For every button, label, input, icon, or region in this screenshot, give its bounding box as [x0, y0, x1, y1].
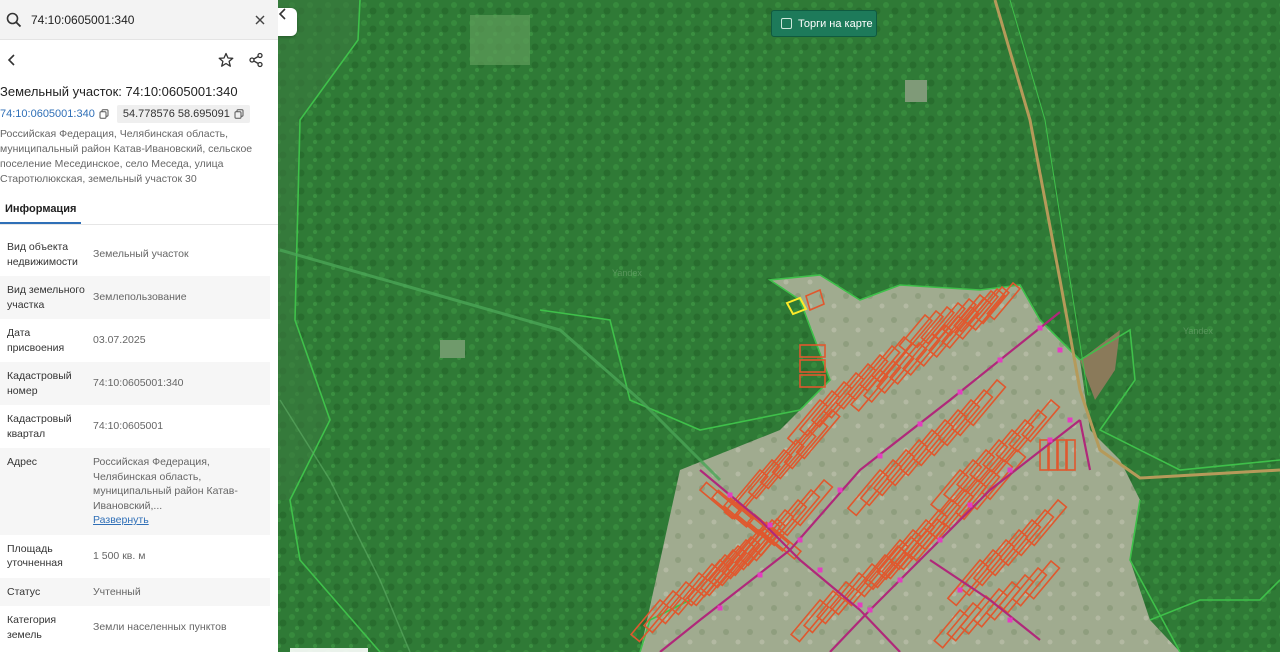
property-key: Статус	[7, 585, 41, 598]
property-value-text: Учтенный	[93, 585, 141, 598]
property-value-text: Земельный участок	[93, 248, 189, 261]
property-value-text: 03.07.2025	[93, 334, 146, 347]
property-value: 74:10:0605001:340	[86, 362, 270, 405]
close-icon[interactable]	[254, 14, 266, 26]
property-value-text: Российская Федерация, Челябинская област…	[93, 456, 238, 512]
utility-pole	[957, 587, 963, 593]
object-address: Российская Федерация, Челябинская област…	[0, 128, 253, 185]
property-value-text: 74:10:0605001	[93, 420, 164, 433]
map-watermark: Yandex	[612, 268, 642, 278]
chevron-left-icon	[278, 8, 286, 20]
coordinates-text: 54.778576 58.695091	[122, 108, 230, 120]
auction-on-map-button[interactable]: Торги на карте	[771, 10, 877, 37]
utility-pole	[1067, 417, 1073, 423]
clearing	[470, 15, 530, 65]
object-info-panel: Земельный участок: 74:10:0605001:340 74:…	[0, 0, 278, 652]
utility-pole	[877, 453, 883, 459]
copy-icon[interactable]	[234, 109, 244, 119]
search-icon	[6, 12, 22, 27]
utility-pole	[757, 572, 763, 578]
property-key: Адрес	[7, 456, 38, 468]
utility-pole	[1007, 617, 1013, 623]
tab-information[interactable]: Информация	[0, 193, 82, 224]
expand-address-link[interactable]: Развернуть	[93, 513, 266, 528]
property-row: Площадь уточненная 1 500 кв. м	[0, 535, 270, 578]
utility-pole	[1037, 325, 1043, 331]
property-row: Вид объекта недвижимости Земельный участо…	[0, 233, 270, 276]
utility-pole	[957, 389, 963, 395]
utility-pole	[997, 357, 1003, 363]
property-key: Дата присвоения	[7, 327, 65, 354]
coordinates-chip[interactable]: 54.778576 58.695091	[116, 105, 250, 123]
search-bar	[0, 0, 278, 40]
property-key: Категория земель	[7, 614, 57, 641]
utility-pole	[1057, 347, 1063, 353]
cadastral-number-text: 74:10:0605001:340	[0, 108, 95, 120]
utility-pole	[867, 607, 873, 613]
utility-pole	[1047, 437, 1053, 443]
utility-pole	[967, 502, 973, 508]
property-value: 74:10:0605001	[86, 405, 270, 448]
property-row: Категория земель Земли населенных пунктов	[0, 606, 270, 649]
property-row: Дата присвоения 03.07.2025	[0, 319, 270, 362]
property-value-text: 74:10:0605001:340	[93, 377, 184, 390]
property-key: Вид объекта недвижимости	[7, 241, 78, 268]
property-value: 03.07.2025	[86, 319, 270, 362]
property-value: Учтенный	[86, 578, 270, 607]
property-key: Кадастровый номер	[7, 370, 72, 397]
auction-checkbox[interactable]	[781, 18, 792, 29]
collapse-panel-button[interactable]	[278, 8, 297, 36]
property-row: Кадастровый номер 74:10:0605001:340	[0, 362, 270, 405]
map-watermark: Yandex	[1183, 326, 1213, 336]
utility-pole	[917, 421, 923, 427]
property-row: Вид земельного участка Землепользование	[0, 276, 270, 319]
utility-pole	[837, 487, 843, 493]
utility-pole	[1007, 467, 1013, 473]
utility-pole	[857, 602, 863, 608]
property-value: Земельный участок	[86, 233, 270, 276]
utility-pole	[767, 522, 773, 528]
property-value-text: Землепользование	[93, 291, 187, 304]
clearing	[440, 340, 465, 358]
property-value: 1 500 кв. м	[86, 535, 270, 578]
utility-pole	[817, 567, 823, 573]
scale-bar	[290, 648, 368, 652]
search-input[interactable]	[22, 12, 254, 27]
utility-pole	[937, 537, 943, 543]
property-row: Статус Учтенный	[0, 577, 270, 607]
auction-label: Торги на карте	[798, 17, 873, 30]
chevron-left-icon[interactable]	[6, 53, 18, 67]
property-key: Площадь уточненная	[7, 542, 63, 570]
object-title: Земельный участок: 74:10:0605001:340	[0, 84, 238, 99]
clearing	[905, 80, 927, 102]
copy-icon[interactable]	[99, 109, 109, 119]
property-row: Кадастровый квартал 74:10:0605001	[0, 405, 270, 448]
property-value-text: Земли населенных пунктов	[93, 621, 227, 634]
identifiers-row: 74:10:0605001:340 54.778576 58.695091	[0, 105, 278, 123]
property-value: Землепользование	[86, 276, 270, 319]
utility-pole	[727, 492, 733, 498]
utility-pole	[897, 577, 903, 583]
share-icon[interactable]	[248, 52, 264, 68]
star-icon[interactable]	[218, 52, 234, 68]
properties-table: Вид объекта недвижимости Земельный участо…	[0, 233, 270, 649]
property-value-text: 1 500 кв. м	[93, 549, 146, 562]
property-key: Вид земельного участка	[7, 284, 85, 311]
utility-pole	[717, 605, 723, 611]
property-key: Кадастровый квартал	[7, 413, 72, 440]
property-value: Земли населенных пунктов	[86, 606, 270, 649]
property-row: Адрес Российская Федерация, Челябинская о…	[0, 448, 270, 535]
property-value: Российская Федерация, Челябинская област…	[86, 448, 270, 535]
cadastral-number-link[interactable]: 74:10:0605001:340	[0, 105, 109, 123]
utility-pole	[797, 537, 803, 543]
card-toolbar	[0, 40, 278, 80]
tab-bar: Информация	[0, 193, 278, 225]
